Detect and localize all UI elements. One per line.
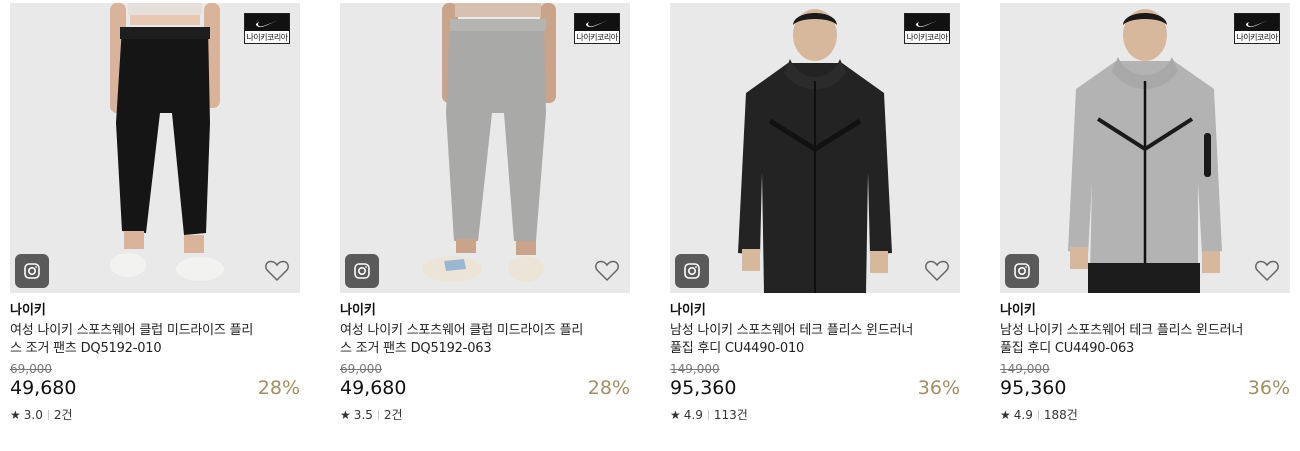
product-brand[interactable]: 나이키 [1000,303,1290,319]
product-photo [738,9,892,293]
review-count: 113건 [713,408,748,422]
product-name[interactable]: 여성 나이키 스포츠웨어 클럽 미드라이즈 플리 스 조거 팬츠 DQ5192-… [340,322,630,358]
product-name-line: 스 조거 팬츠 DQ5192-063 [340,341,492,356]
rating: ★ 4.9 113건 [670,408,960,422]
product-name-line: 남성 나이키 스포츠웨어 테크 플리스 윈드러너 [1000,323,1244,338]
product-photo [110,3,224,281]
nike-swoosh-icon [575,14,619,31]
rating-score: 4.9 [1013,408,1033,422]
nike-swoosh-icon [1235,14,1279,31]
rating-score: 3.5 [353,408,373,422]
rating: ★ 4.9 188건 [1000,408,1290,422]
original-price: 69,000 [340,362,382,376]
product-card[interactable]: 나이키코리아 나이키 여성 나이키 스포츠웨어 클럽 미드라이즈 플리 스 조거… [10,3,300,422]
product-name[interactable]: 남성 나이키 스포츠웨어 테크 플리스 윈드러너 풀집 후디 CU4490-01… [670,322,960,358]
divider [47,410,49,420]
original-price: 149,000 [1000,362,1050,376]
instagram-button[interactable] [675,254,709,288]
product-name-line: 풀집 후디 CU4490-010 [670,341,805,356]
product-brand[interactable]: 나이키 [670,303,960,319]
brand-badge: 나이키코리아 [904,13,950,44]
discount-rate: 28% [587,377,630,399]
review-count: 2건 [383,408,403,422]
review-count: 188건 [1043,408,1078,422]
heart-icon[interactable] [594,259,620,283]
brand-badge-label: 나이키코리아 [906,33,948,42]
original-price: 149,000 [670,362,720,376]
discount-rate: 36% [917,377,960,399]
product-brand[interactable]: 나이키 [10,303,300,319]
star-icon: ★ [1000,408,1011,422]
rating-score: 3.0 [23,408,43,422]
product-card[interactable]: 나이키코리아 나이키 남성 나이키 스포츠웨어 테크 플리스 윈드러너 풀집 후… [1000,3,1290,422]
brand-badge: 나이키코리아 [1234,13,1280,44]
brand-badge-label: 나이키코리아 [576,33,618,42]
product-brand[interactable]: 나이키 [340,303,630,319]
star-icon: ★ [10,408,21,422]
brand-badge-label: 나이키코리아 [246,33,288,42]
review-count: 2건 [53,408,73,422]
product-image[interactable]: 나이키코리아 [340,3,630,293]
brand-badge: 나이키코리아 [244,13,290,44]
sale-price: 49,680 [340,377,407,399]
product-name-line: 남성 나이키 스포츠웨어 테크 플리스 윈드러너 [670,323,914,338]
product-photo [1068,9,1222,293]
product-name[interactable]: 여성 나이키 스포츠웨어 클럽 미드라이즈 플리 스 조거 팬츠 DQ5192-… [10,322,300,358]
rating: ★ 3.0 2건 [10,408,300,422]
instagram-icon [684,263,700,279]
product-name-line: 풀집 후디 CU4490-063 [1000,341,1135,356]
product-name-line: 여성 나이키 스포츠웨어 클럽 미드라이즈 플리 [340,323,584,338]
instagram-icon [354,263,370,279]
heart-icon[interactable] [1254,259,1280,283]
divider [377,410,379,420]
sale-price: 95,360 [670,377,737,399]
star-icon: ★ [340,408,351,422]
rating-score: 4.9 [683,408,703,422]
heart-icon[interactable] [924,259,950,283]
product-name[interactable]: 남성 나이키 스포츠웨어 테크 플리스 윈드러너 풀집 후디 CU4490-06… [1000,322,1290,358]
instagram-icon [24,263,40,279]
heart-icon[interactable] [264,259,290,283]
instagram-icon [1014,263,1030,279]
nike-swoosh-icon [905,14,949,31]
discount-rate: 28% [257,377,300,399]
instagram-button[interactable] [1005,254,1039,288]
original-price: 69,000 [10,362,52,376]
product-image[interactable]: 나이키코리아 [1000,3,1290,293]
product-name-line: 여성 나이키 스포츠웨어 클럽 미드라이즈 플리 [10,323,254,338]
brand-badge-label: 나이키코리아 [1236,33,1278,42]
product-card[interactable]: 나이키코리아 나이키 여성 나이키 스포츠웨어 클럽 미드라이즈 플리 스 조거… [340,3,630,422]
rating: ★ 3.5 2건 [340,408,630,422]
discount-rate: 36% [1247,377,1290,399]
brand-badge: 나이키코리아 [574,13,620,44]
sale-price: 95,360 [1000,377,1067,399]
instagram-button[interactable] [15,254,49,288]
product-name-line: 스 조거 팬츠 DQ5192-010 [10,341,162,356]
product-photo [422,3,556,282]
nike-swoosh-icon [245,14,289,31]
product-grid: 나이키코리아 나이키 여성 나이키 스포츠웨어 클럽 미드라이즈 플리 스 조거… [0,0,1300,451]
product-image[interactable]: 나이키코리아 [670,3,960,293]
product-image[interactable]: 나이키코리아 [10,3,300,293]
product-card[interactable]: 나이키코리아 나이키 남성 나이키 스포츠웨어 테크 플리스 윈드러너 풀집 후… [670,3,960,422]
star-icon: ★ [670,408,681,422]
instagram-button[interactable] [345,254,379,288]
divider [707,410,709,420]
divider [1037,410,1039,420]
sale-price: 49,680 [10,377,77,399]
